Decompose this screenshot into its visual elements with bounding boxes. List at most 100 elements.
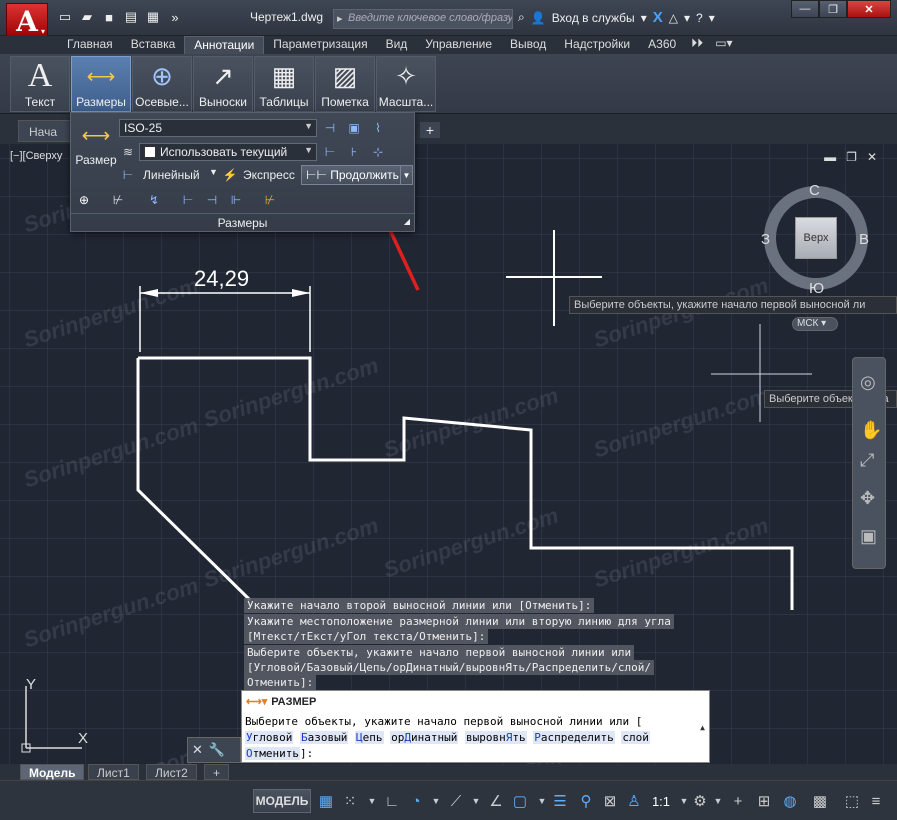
workspace-gear-icon[interactable]: ⚙ xyxy=(690,789,710,813)
chevron-down-icon[interactable]: ▼ xyxy=(400,166,412,184)
command-history-line: [Угловой/Базовый/Цепь/орДинатный/выровнЯ… xyxy=(244,660,654,675)
command-line[interactable]: ⟷▾ РАЗМЕР Выберите объекты, укажите начал… xyxy=(241,690,710,763)
dim-adjust-icon[interactable]: ⊦ xyxy=(345,143,363,161)
command-option-undo[interactable]: Отменить xyxy=(245,747,300,760)
clean-screen-icon[interactable]: ⬚ xyxy=(842,789,862,813)
compass-north[interactable]: С xyxy=(809,182,820,199)
command-prompt: Выберите объекты, укажите начало первой … xyxy=(245,715,643,728)
annotation-monitor-icon[interactable]: ⚲ xyxy=(576,789,596,813)
history-scroll-icon[interactable]: ▲ xyxy=(700,723,705,732)
chevron-down-icon[interactable]: ▼ xyxy=(532,789,552,813)
snap-icon[interactable]: ⁙ xyxy=(340,789,360,813)
quick-dimension-icon[interactable]: ⚡ xyxy=(221,166,239,184)
model-space-button[interactable]: МОДЕЛЬ xyxy=(253,789,311,813)
command-history-line: Выберите объекты, укажите начало первой … xyxy=(244,645,635,660)
quick-dimension-button[interactable]: Экспресс xyxy=(243,168,295,182)
isodraft-icon[interactable]: ⟋ xyxy=(446,789,466,813)
override-icon[interactable]: ⊬ xyxy=(261,191,279,209)
command-history-line: [Мтекст/тЕкст/уГол текста/Отменить]: xyxy=(244,629,489,644)
linear-dimension-icon[interactable]: ⊢ xyxy=(119,166,137,184)
right-justify-icon[interactable]: ⊩ xyxy=(227,191,245,209)
center-justify-icon[interactable]: ⊣ xyxy=(203,191,221,209)
dim-space-icon[interactable]: ⊢ xyxy=(321,143,339,161)
chevron-down-icon[interactable]: ▼ xyxy=(209,167,218,177)
continue-dimension-button[interactable]: ⊢⊢ Продолжить ▼ xyxy=(301,165,413,185)
polar-icon[interactable]: ◔ xyxy=(406,789,426,813)
chevron-down-icon[interactable]: ▼ xyxy=(426,789,446,813)
grid-icon[interactable]: ▦ xyxy=(316,789,336,813)
annotation-scale[interactable]: 1:1 xyxy=(648,789,674,813)
command-option[interactable]: Базовый xyxy=(300,731,349,744)
command-history-line: Отменить]: xyxy=(244,675,317,690)
command-option[interactable]: Цепь xyxy=(355,731,384,744)
object-snap-icon[interactable]: ▢ xyxy=(510,789,530,813)
chevron-down-icon[interactable]: ▼ xyxy=(466,789,486,813)
dimension-style-select[interactable]: ISO-25 ▼ xyxy=(119,119,317,137)
dim-style-icon[interactable]: ⊣ xyxy=(321,119,339,137)
left-justify-icon[interactable]: ⊢ xyxy=(179,191,197,209)
dimension-layer-select[interactable]: Использовать текущий ▼ xyxy=(139,143,317,161)
polyline-diagonal xyxy=(136,358,252,602)
wcs-menu[interactable]: МСК ▾ xyxy=(792,317,838,331)
dimension-dropdown-panel: ⟷ Размер ISO-25 ▼ ⊣ ▣ ⌇ ≋ Использовать те… xyxy=(70,112,415,232)
dim-break-icon[interactable]: ⌇ xyxy=(369,119,387,137)
hardware-acceleration-icon[interactable]: ▩ xyxy=(810,789,830,813)
command-option[interactable]: слой xyxy=(621,731,650,744)
polyline-shape xyxy=(138,356,794,610)
color-swatch xyxy=(144,146,156,158)
units-icon[interactable]: ⊞ xyxy=(754,789,774,813)
showmotion-icon[interactable]: ▣ xyxy=(860,526,877,547)
pan-hand-icon[interactable]: ✋ xyxy=(860,420,882,441)
compass-east[interactable]: В xyxy=(859,231,869,248)
compass-west[interactable]: З xyxy=(761,231,770,248)
ucs-y-label: Y xyxy=(26,676,37,693)
chevron-down-icon: ▼ xyxy=(304,145,313,155)
add-layout-plus-icon[interactable]: + xyxy=(204,764,230,780)
annotation-add-icon[interactable]: + xyxy=(728,789,748,813)
dim-text-icon[interactable]: ▣ xyxy=(345,119,363,137)
chevron-down-icon[interactable]: ▼ xyxy=(362,789,382,813)
compass-south[interactable]: Ю xyxy=(809,280,824,297)
command-option[interactable]: Распределить xyxy=(533,731,615,744)
command-history-line: Укажите местоположение размерной линии и… xyxy=(244,614,674,629)
continue-icon: ⊢⊢ xyxy=(306,168,331,182)
selection-cycling-icon[interactable]: ⊠ xyxy=(600,789,620,813)
close-icon[interactable]: ✕ xyxy=(192,742,203,758)
text-angle-icon[interactable]: ↯ xyxy=(145,191,163,209)
customization-icon[interactable]: ≡ xyxy=(866,789,886,813)
dimension-big-button[interactable]: ⟷ Размер xyxy=(75,117,117,173)
dimension-text: 24,29 xyxy=(194,266,250,291)
steering-wheel-icon[interactable]: ◎ xyxy=(860,372,876,393)
command-options: Угловой Базовый Цепь орДинатный выровнЯт… xyxy=(245,731,650,744)
isolate-icon[interactable]: ◍ xyxy=(780,789,800,813)
command-name: РАЗМЕР xyxy=(271,696,317,708)
wrench-icon[interactable]: 🔧 xyxy=(209,742,225,758)
dimension-panel-footer: Размеры ◢ xyxy=(71,213,414,231)
command-option[interactable]: Угловой xyxy=(245,731,294,744)
command-option[interactable]: орДинатный xyxy=(390,731,459,744)
layer-icon: ≋ xyxy=(122,145,134,159)
cursor-tooltip: Выберите объекты, укажите начало первой … xyxy=(569,296,897,314)
viewcube-top-face[interactable]: Верх xyxy=(795,217,837,259)
object-snap-tracking-icon[interactable]: ∠ xyxy=(486,789,506,813)
tab-layout2[interactable]: Лист2 xyxy=(146,764,197,780)
lineweight-icon[interactable]: ☰ xyxy=(550,789,570,813)
command-line-tools: ✕ 🔧 xyxy=(187,737,241,763)
command-history-line: Укажите начало второй выносной линии или… xyxy=(244,598,595,613)
oblique-icon[interactable]: ⊕ xyxy=(75,191,93,209)
tab-model[interactable]: Модель xyxy=(20,764,85,780)
command-option[interactable]: выровнЯть xyxy=(464,731,527,744)
tab-layout1[interactable]: Лист1 xyxy=(88,764,139,780)
status-bar: МОДЕЛЬ ▦ ⁙ ▼ ∟ ◔ ▼ ⟋ ▼ ∠ ▢ ▼ ☰ ⚲ ⊠ ♙ 1:1… xyxy=(0,780,897,820)
dim-inspect-icon[interactable]: ⊹ xyxy=(369,143,387,161)
linear-dimension-button[interactable]: Линейный xyxy=(143,168,200,182)
orbit-icon[interactable]: ✥ xyxy=(860,488,875,509)
zoom-icon[interactable]: ⤢ xyxy=(860,450,874,471)
dialog-launcher-icon[interactable]: ◢ xyxy=(404,217,410,226)
chevron-down-icon: ▼ xyxy=(304,121,313,131)
layout-tabs: Модель Лист1 Лист2 + xyxy=(0,764,897,780)
oblique-dim-icon[interactable]: ⊬ xyxy=(109,191,127,209)
ortho-icon[interactable]: ∟ xyxy=(382,789,402,813)
chevron-down-icon[interactable]: ▼ xyxy=(708,789,728,813)
annotation-visibility-icon[interactable]: ♙ xyxy=(624,789,644,813)
